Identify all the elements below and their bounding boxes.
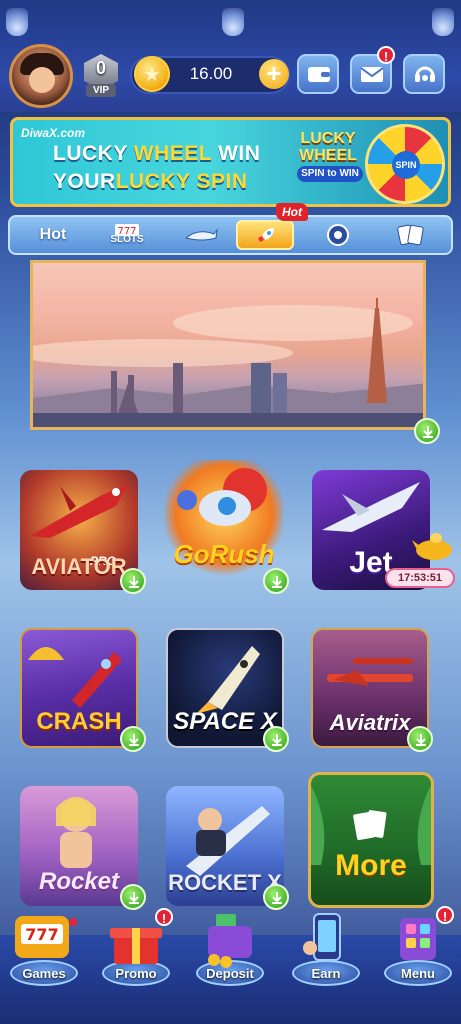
nav-deposit[interactable]: Deposit (190, 912, 270, 1012)
nav-promo[interactable]: Promo (96, 912, 176, 1012)
vip-badge[interactable]: 0 VIP (82, 54, 120, 98)
support-button[interactable] (403, 54, 445, 94)
game-gorush[interactable]: GoRush (165, 460, 283, 580)
tab-fishing[interactable] (172, 220, 230, 250)
vip-label: VIP (86, 84, 116, 97)
rider-rocket-icon (186, 806, 270, 876)
download-icon[interactable] (120, 568, 146, 594)
add-funds-button[interactable]: + (259, 59, 289, 89)
category-tabs: Hot 777 SLOTS (8, 215, 453, 255)
coin-icon: ★ (134, 56, 170, 92)
cards-icon (397, 224, 424, 246)
wallet-button[interactable] (297, 54, 339, 94)
download-icon[interactable] (120, 884, 146, 910)
more-label: More (335, 849, 407, 882)
banner-headline-1: LUCKY WHEEL WIN (53, 142, 261, 165)
banner-headline-2: YOURLUCKY SPIN (53, 170, 248, 193)
stage-lamp-icon (222, 8, 244, 36)
mail-icon (360, 67, 384, 82)
spin-to-win-label: SPIN to WIN (297, 166, 363, 182)
vip-level: 0 (95, 58, 106, 78)
tab-slots-label: SLOTS (110, 234, 144, 245)
parachute-rocket-icon (28, 647, 122, 708)
gift-box-icon (110, 928, 162, 964)
download-icon[interactable] (263, 568, 289, 594)
download-icon[interactable] (407, 726, 433, 752)
balance-amount: 16.00 (189, 64, 233, 83)
download-icon[interactable] (263, 884, 289, 910)
tab-hot-label: Hot (39, 226, 67, 243)
game-title: GoRush (173, 539, 275, 569)
wheel-title: LUCKY WHEEL (299, 130, 357, 164)
nav-games-label: Games (22, 966, 66, 981)
hot-flag: Hot (276, 203, 308, 221)
tab-cards[interactable] (382, 220, 440, 250)
game-crash[interactable]: CRASH (20, 628, 138, 748)
tab-roulette[interactable] (310, 220, 368, 250)
download-icon[interactable] (414, 418, 440, 444)
mail-alert-badge: ! (377, 46, 395, 64)
headset-icon (415, 66, 435, 82)
shark-icon (184, 228, 218, 241)
roulette-icon (327, 224, 349, 246)
game-title: CRASH (36, 708, 122, 735)
tab-slots[interactable]: 777 SLOTS (98, 220, 156, 250)
nav-earn[interactable]: Earn (286, 912, 366, 1012)
city-skyline-image (33, 298, 423, 427)
rocket-icon (258, 228, 274, 242)
more-games-button[interactable]: More (308, 772, 434, 908)
deposit-wallet-icon (208, 914, 252, 968)
space-rocket-icon (196, 646, 260, 714)
lucky-wheel-icon: SPIN (365, 124, 445, 204)
featured-game-stage[interactable] (30, 260, 426, 430)
game-aviator-pro[interactable]: PRO AVIATOR (20, 470, 138, 590)
lucky-wheel-banner[interactable]: DiwaX.com LUCKY WHEEL WIN YOURLUCKY SPIN… (10, 117, 451, 207)
phone-earn-icon (303, 913, 341, 961)
download-icon[interactable] (120, 726, 146, 752)
character-icon (56, 797, 96, 868)
tab-hot[interactable]: Hot (24, 220, 82, 250)
nav-menu-label: Menu (401, 966, 435, 981)
nav-deposit-label: Deposit (206, 966, 254, 981)
countdown-timer: 17:53:51 (385, 568, 455, 588)
banner-brand: DiwaX.com (21, 126, 86, 140)
menu-alert-badge: ! (436, 906, 454, 924)
cartoon-rocket-icon (177, 468, 267, 526)
jet-plane-icon (30, 484, 128, 538)
nav-earn-label: Earn (311, 966, 341, 981)
nav-games[interactable]: 777 Games (4, 912, 84, 1012)
avatar[interactable] (9, 44, 73, 108)
genie-lamp-icon (412, 524, 456, 564)
promo-alert-badge: ! (155, 908, 173, 926)
slot-machine-icon: 777 (15, 916, 77, 958)
tab-crash[interactable] (236, 220, 294, 250)
nav-menu[interactable]: Menu (378, 912, 458, 1012)
download-icon[interactable] (263, 726, 289, 752)
svg-text:777: 777 (25, 925, 58, 944)
stage-lamp-icon (432, 8, 454, 36)
wallet-icon (308, 67, 330, 82)
biplane-icon (327, 658, 413, 686)
stage-lamp-icon (6, 8, 28, 36)
nav-promo-label: Promo (115, 966, 157, 981)
game-rocket-queen[interactable]: Rocket (20, 786, 138, 906)
